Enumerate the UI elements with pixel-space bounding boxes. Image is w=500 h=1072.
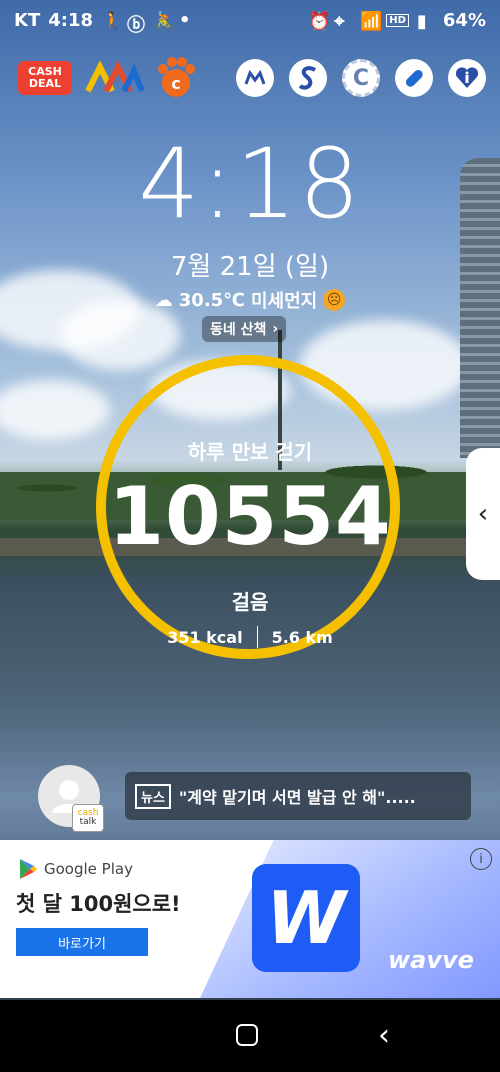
- alarm-icon: ⏰: [308, 11, 331, 32]
- chevron-left-icon: ‹: [477, 499, 489, 529]
- walking-icon: 🚶: [101, 11, 124, 32]
- weather-temp: 30.5℃: [178, 289, 245, 311]
- m-app-icon[interactable]: [236, 59, 274, 97]
- bike-icon: 🚴: [153, 11, 176, 32]
- weather-info: ☁ 30.5℃ 미세먼지 ☹: [0, 287, 500, 313]
- location-icon: ⌖: [334, 11, 345, 32]
- wavve-logo-icon: W: [252, 864, 360, 972]
- edge-panel-handle[interactable]: ‹: [466, 448, 500, 580]
- step-unit: 걸음: [231, 590, 269, 614]
- news-tag: 뉴스: [135, 783, 171, 809]
- lockscreen-clock: 4:18: [138, 128, 362, 240]
- ad-cta-button[interactable]: 바로가기: [16, 928, 148, 956]
- calories: 351 kcal: [167, 627, 243, 647]
- chevron-right-icon: ›: [272, 321, 279, 337]
- walk-button-label: 동네 산책: [210, 322, 267, 338]
- ad-headline: 첫 달 100원으로!: [16, 892, 181, 916]
- google-play-brand: Google Play: [18, 858, 133, 880]
- cashtalk-line2: talk: [79, 817, 97, 827]
- back-button[interactable]: ‹: [378, 1018, 390, 1053]
- news-headline: "계약 맡기며 서면 발급 안 해".....: [178, 788, 416, 807]
- s-app-icon[interactable]: [289, 59, 327, 97]
- heart-info-app-icon[interactable]: [448, 59, 486, 97]
- wavve-brand-text: wavve: [388, 946, 474, 974]
- stats-divider: [256, 626, 258, 648]
- b-app-icon: ⓑ: [127, 15, 146, 36]
- pedometer-stats: 351 kcal 5.6 km: [0, 626, 500, 648]
- step-count: 10554: [108, 470, 392, 563]
- wifi-icon: 📶: [360, 11, 383, 32]
- cloud-icon: ☁: [154, 289, 173, 311]
- paw-app-icon[interactable]: c: [154, 56, 198, 100]
- neighborhood-walk-button[interactable]: 동네 산책 ›: [202, 316, 287, 342]
- distance: 5.6 km: [271, 627, 333, 647]
- hd-icon: HD: [386, 13, 409, 27]
- status-time: 4:18: [48, 9, 94, 31]
- news-ticker[interactable]: 뉴스 "계약 맡기며 서면 발급 안 해".....: [125, 772, 471, 820]
- sad-face-icon: ☹: [323, 289, 346, 311]
- google-play-label: Google Play: [44, 860, 133, 878]
- carrier: KT: [14, 9, 41, 31]
- dot-icon: •: [179, 9, 191, 31]
- app-shortcuts: CASH DEAL c C: [18, 56, 486, 100]
- ad-banner[interactable]: Google Play 첫 달 100원으로! 바로가기 W wavve i: [0, 840, 500, 998]
- pill-app-icon[interactable]: [395, 59, 433, 97]
- weather-dust-label: 미세먼지: [250, 291, 318, 312]
- cash-deal-app-icon[interactable]: CASH DEAL: [18, 61, 72, 95]
- google-play-icon: [20, 859, 37, 879]
- battery-level: 64%: [442, 9, 486, 31]
- svg-text:c: c: [171, 74, 180, 93]
- cash-deal-line2: DEAL: [28, 77, 62, 90]
- home-button[interactable]: [236, 1024, 258, 1046]
- pedometer-title: 하루 만보 걷기: [187, 440, 313, 464]
- signal-icon: ▮: [416, 11, 427, 32]
- ad-info-icon[interactable]: i: [470, 848, 492, 870]
- status-bar: KT 4:18 🚶 ⓑ 🚴 • ⏰ ⌖ 📶 HD ▮ 64%: [0, 0, 500, 40]
- coin-app-icon[interactable]: C: [342, 59, 380, 97]
- rainbow-app-icon[interactable]: [84, 61, 144, 95]
- lockscreen-date: 7월 21일 (일): [170, 252, 330, 282]
- cashtalk-badge: cash talk: [72, 804, 104, 832]
